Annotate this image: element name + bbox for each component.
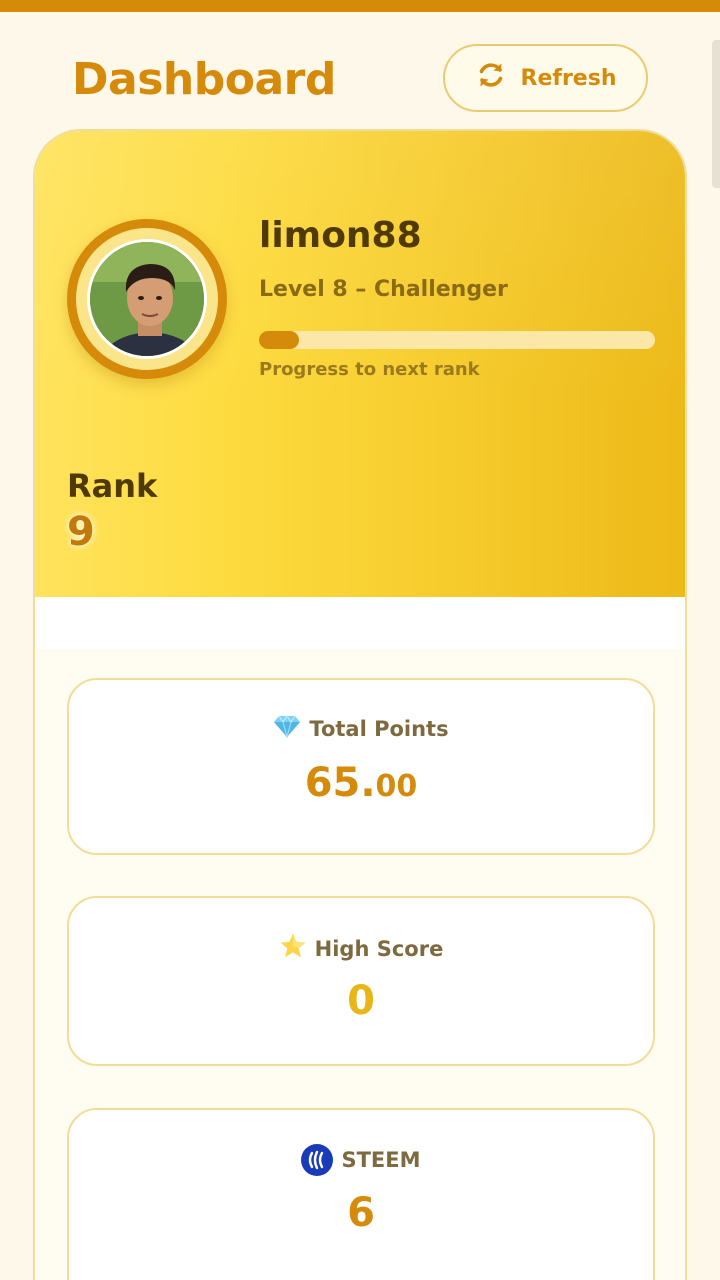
avatar-frame xyxy=(67,219,227,379)
page-header: Dashboard Refresh xyxy=(72,44,652,118)
rank-label: Rank xyxy=(67,467,158,505)
total-points-value: 65.00 xyxy=(69,760,653,806)
high-score-title: High Score xyxy=(69,932,653,965)
star-icon xyxy=(279,932,307,965)
scrollbar-thumb[interactable] xyxy=(712,40,720,188)
level-title: Level 8 – Challenger xyxy=(259,277,508,302)
high-score-card: High Score 0 xyxy=(67,896,655,1066)
total-points-decimal: 00 xyxy=(375,769,418,804)
steem-title: STEEM xyxy=(69,1144,653,1176)
total-points-label: Total Points xyxy=(309,716,449,741)
refresh-icon xyxy=(475,59,507,97)
gem-icon xyxy=(273,714,301,743)
avatar[interactable] xyxy=(87,239,207,359)
hero-divider xyxy=(35,597,685,649)
total-points-title: Total Points xyxy=(69,714,653,743)
steem-card: STEEM 6 xyxy=(67,1108,655,1280)
avatar-portrait xyxy=(90,242,204,356)
page-title: Dashboard xyxy=(72,54,336,105)
rank-value: 9 xyxy=(67,509,95,555)
top-accent-strip xyxy=(0,0,720,12)
total-points-card: Total Points 65.00 xyxy=(67,678,655,855)
refresh-button[interactable]: Refresh xyxy=(443,44,648,112)
steem-value: 6 xyxy=(347,1190,375,1236)
total-points-integer: 65. xyxy=(304,760,376,806)
progress-label: Progress to next rank xyxy=(259,359,480,380)
refresh-label: Refresh xyxy=(520,65,617,91)
rank-progress-bar xyxy=(259,331,655,349)
high-score-label: High Score xyxy=(314,936,444,961)
steem-label: STEEM xyxy=(341,1148,421,1172)
profile-hero: limon88 Level 8 – Challenger Progress to… xyxy=(35,131,685,597)
username: limon88 xyxy=(259,215,422,256)
rank-progress-fill xyxy=(259,331,299,349)
high-score-value: 0 xyxy=(347,978,375,1024)
steem-icon xyxy=(301,1144,334,1176)
dashboard-card: limon88 Level 8 – Challenger Progress to… xyxy=(33,129,687,1280)
